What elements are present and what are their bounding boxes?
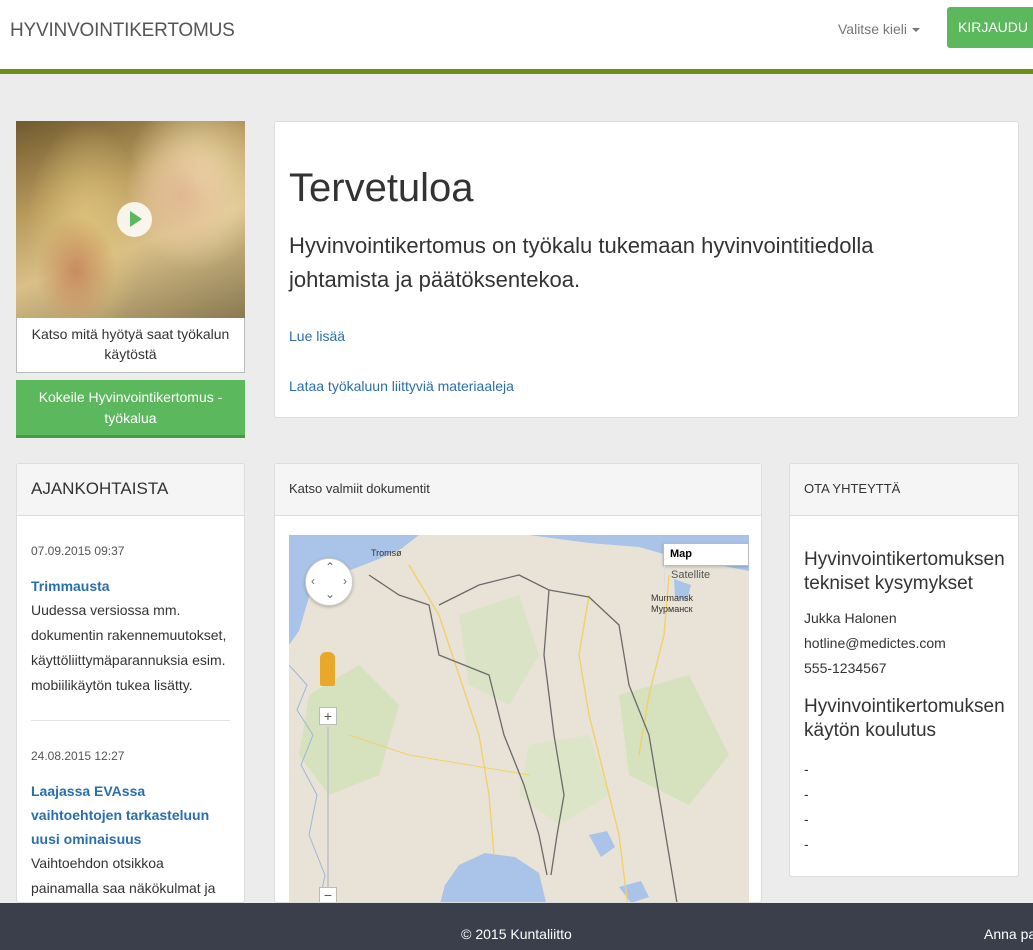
news-divider (31, 720, 230, 721)
login-button[interactable]: KIRJAUDU (947, 7, 1033, 48)
map-zoom-in-button[interactable]: + (319, 707, 337, 725)
news-text: Vaihtoehdon otsikkoa painamalla saa näkö… (31, 855, 216, 896)
play-icon[interactable] (117, 202, 152, 237)
copyright-text: © 2015 Kuntaliitto (461, 926, 572, 942)
news-date: 24.08.2015 12:27 (31, 749, 125, 763)
welcome-title: Tervetuloa (289, 166, 474, 210)
map-label-tromso: Tromsø (371, 548, 402, 558)
contact-panel: OTA YHTEYTTÄ Hyvinvointikertomuksen tekn… (789, 463, 1019, 877)
map-pan-control[interactable]: ⌃ ‹ › ⌄ (305, 558, 353, 606)
news-title-link[interactable]: Laajassa EVAssa vaihtoehtojen tarkastelu… (31, 779, 230, 851)
training-item: - (804, 786, 809, 802)
documents-map[interactable]: Tromsø Murmansk Мурманск MapSatellite ⌃ … (289, 535, 749, 902)
training-item: - (804, 811, 809, 827)
pan-left-icon[interactable]: ‹ (311, 574, 315, 588)
language-label: Valitse kieli (838, 21, 907, 37)
training-item: - (804, 761, 809, 777)
pan-down-icon[interactable]: ⌄ (325, 587, 335, 601)
documents-panel-title: Katso valmiit dokumentit (275, 464, 761, 516)
news-panel: AJANKOHTAISTA 07.09.2015 09:37 Trimmaust… (16, 463, 245, 903)
contact-email[interactable]: hotline@medictes.com (804, 631, 1004, 656)
map-type-satellite-button[interactable]: Satellite (664, 565, 716, 586)
top-navbar: HYVINVOINTIKERTOMUS Valitse kieli KIRJAU… (0, 0, 1033, 74)
map-canvas (289, 535, 749, 902)
language-dropdown[interactable]: Valitse kieli (838, 21, 920, 37)
map-label-murmansk-cyrillic: Мурманск (651, 604, 693, 614)
brand-logo[interactable]: HYVINVOINTIKERTOMUS (10, 20, 235, 42)
welcome-panel: Tervetuloa Hyvinvointikertomus on työkal… (274, 121, 1019, 418)
documents-panel: Katso valmiit dokumentit Tromsø Murmansk… (274, 463, 762, 903)
pan-right-icon[interactable]: › (343, 574, 347, 588)
pan-up-icon[interactable]: ⌃ (325, 560, 335, 574)
feedback-link[interactable]: Anna palautetta (984, 926, 1033, 942)
news-panel-title: AJANKOHTAISTA (17, 464, 244, 516)
map-label-murmansk: Murmansk Мурманск (651, 593, 693, 615)
training-item: - (804, 836, 809, 852)
map-label-murmansk-latin: Murmansk (651, 593, 694, 603)
news-title-link[interactable]: Trimmausta (31, 574, 230, 598)
training-list: - - - - (804, 757, 1004, 857)
news-text: Uudessa versiossa mm. dokumentin rakenne… (31, 602, 227, 693)
contact-person: Jukka Halonen (804, 610, 897, 626)
try-tool-button[interactable]: Kokeile Hyvinvointikertomus -työkalua (16, 380, 245, 438)
read-more-link[interactable]: Lue lisää (289, 328, 345, 344)
map-type-control: MapSatellite (663, 543, 749, 586)
map-type-map-button[interactable]: Map (664, 544, 698, 565)
map-zoom-out-button[interactable]: − (319, 887, 337, 902)
download-materials-link[interactable]: Lataa työkaluun liittyviä materiaaleja (289, 378, 514, 394)
news-date: 07.09.2015 09:37 (31, 544, 125, 558)
video-caption: Katso mitä hyötyä saat työkalun käytöstä (16, 318, 245, 373)
footer: © 2015 Kuntaliitto Anna palautetta (0, 903, 1033, 950)
tech-support-heading: Hyvinvointikertomuksen tekniset kysymyks… (804, 549, 1005, 594)
street-view-pegman-icon[interactable] (320, 652, 335, 686)
caret-down-icon (912, 28, 920, 33)
video-card: Katso mitä hyötyä saat työkalun käytöstä… (16, 121, 245, 438)
map-zoom-slider[interactable] (327, 727, 329, 887)
welcome-lead: Hyvinvointikertomus on työkalu tukemaan … (289, 233, 874, 292)
contact-phone: 555-1234567 (804, 660, 887, 676)
training-heading: Hyvinvointikertomuksen käytön koulutus (804, 696, 1005, 741)
contact-panel-title: OTA YHTEYTTÄ (790, 464, 1018, 516)
video-thumbnail[interactable] (16, 121, 245, 318)
